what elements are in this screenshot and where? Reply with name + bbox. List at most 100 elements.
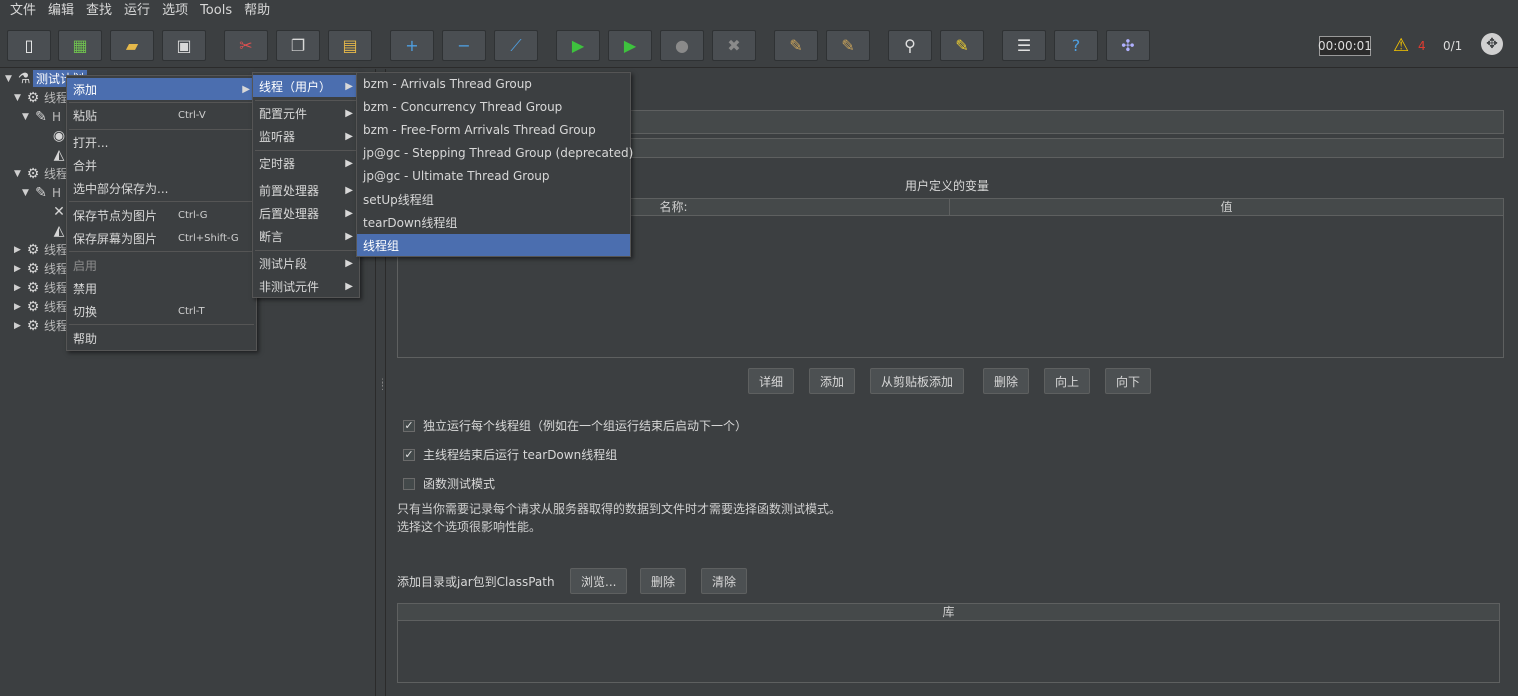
tree-node[interactable]: ▼ ✎ H [22,107,61,126]
submenu-item-post-processor[interactable]: 后置处理器 ▶ [253,202,359,224]
menu-item-enable[interactable]: 启用 [67,254,256,276]
warning-icon[interactable]: ⚠ [1393,35,1409,56]
warning-count[interactable]: 4 [1418,39,1426,53]
expanded-arrow-icon[interactable]: ▼ [5,74,15,84]
remote-button[interactable]: ✣ [1106,30,1150,61]
tree-node[interactable]: ▶ ⚙ 线程 [14,259,68,278]
expand-button[interactable]: + [390,30,434,61]
checkbox-box[interactable] [403,477,415,490]
menu-run[interactable]: 运行 [118,0,156,22]
add-from-clipboard-button[interactable]: 从剪贴板添加 [870,368,965,394]
column-library[interactable]: 库 [398,604,1499,621]
function-helper-button[interactable]: ☰ [1002,30,1046,61]
menu-tools[interactable]: Tools [194,0,238,22]
collapse-button[interactable]: − [442,30,486,61]
stop-button[interactable]: ● [660,30,704,61]
reset-search-button[interactable]: ✎ [940,30,984,61]
thread-item-ultimate[interactable]: jp@gc - Ultimate Thread Group [357,165,630,187]
functional-mode-checkbox[interactable]: 函数测试模式 [403,475,495,492]
copy-icon: ❐ [290,35,306,55]
splitter-grip-icon[interactable]: ⋮ ⋮ [378,379,387,392]
tree-node[interactable]: ▼ ✎ H [22,183,61,202]
column-value[interactable]: 值 [950,199,1503,216]
delete-button[interactable]: 删除 [983,368,1030,394]
down-button[interactable]: 向下 [1105,368,1152,394]
menu-item-save-node-image[interactable]: 保存节点为图片 Ctrl-G [67,204,256,226]
menu-edit[interactable]: 编辑 [42,0,80,22]
clear-all-button[interactable]: ✎ [826,30,870,61]
submenu-item-threads[interactable]: 线程（用户） ▶ [253,75,359,97]
thread-item-stepping[interactable]: jp@gc - Stepping Thread Group (deprecate… [357,142,633,164]
thread-item-teardown[interactable]: tearDown线程组 [357,211,630,233]
start-no-pause-button[interactable]: ▶ [608,30,652,61]
checkbox-box[interactable]: ✓ [403,419,415,432]
collapsed-arrow-icon[interactable]: ▶ [14,283,24,293]
collapsed-arrow-icon[interactable]: ▶ [14,302,24,312]
checkbox-box[interactable]: ✓ [403,448,415,461]
classpath-delete-button[interactable]: 删除 [640,568,687,594]
tree-node[interactable]: ▼ ⚙ 线程 [14,88,68,107]
thread-item-arrivals[interactable]: bzm - Arrivals Thread Group [357,73,630,95]
submenu-item-pre-processor[interactable]: 前置处理器 ▶ [253,179,359,201]
submenu-item-assertion[interactable]: 断言 ▶ [253,225,359,247]
teardown-on-shutdown-checkbox[interactable]: ✓ 主线程结束后运行 tearDown线程组 [403,446,617,463]
add-button[interactable]: 添加 [809,368,856,394]
templates-button[interactable]: ▦ [58,30,102,61]
help-button[interactable]: ? [1054,30,1098,61]
collapsed-arrow-icon[interactable]: ▶ [14,321,24,331]
detail-button[interactable]: 详细 [748,368,795,394]
copy-button[interactable]: ❐ [276,30,320,61]
submenu-arrow-icon: ▶ [345,207,353,219]
thread-item-concurrency[interactable]: bzm - Concurrency Thread Group [357,96,630,118]
clear-button[interactable]: ✎ [774,30,818,61]
classpath-clear-button[interactable]: 清除 [701,568,748,594]
paste-button[interactable]: ▤ [328,30,372,61]
tree-node[interactable]: ▶ ⚙ 线程 [14,297,68,316]
menu-item-open[interactable]: 打开... [67,131,256,153]
start-button[interactable]: ▶ [556,30,600,61]
menu-item-add[interactable]: 添加 ▶ [67,78,256,100]
menu-item-save-screen-image[interactable]: 保存屏幕为图片 Ctrl+Shift-G [67,227,256,249]
menu-search[interactable]: 查找 [80,0,118,22]
library-table[interactable]: 库 [397,603,1500,683]
browse-button[interactable]: 浏览... [570,568,628,594]
save-button[interactable]: ▣ [162,30,206,61]
submenu-item-test-fragment[interactable]: 测试片段 ▶ [253,252,359,274]
submenu-item-timer[interactable]: 定时器 ▶ [253,152,359,174]
menu-item-disable[interactable]: 禁用 [67,277,256,299]
menu-options[interactable]: 选项 [156,0,194,22]
expanded-arrow-icon[interactable]: ▼ [14,169,24,179]
menu-item-merge[interactable]: 合并 [67,154,256,176]
serialize-threadgroups-checkbox[interactable]: ✓ 独立运行每个线程组（例如在一个组运行结束后启动下一个） [403,417,747,434]
shutdown-button[interactable]: ✖ [712,30,756,61]
submenu-item-config-element[interactable]: 配置元件 ▶ [253,102,359,124]
menu-item-toggle[interactable]: 切换 Ctrl-T [67,300,256,322]
submenu-item-listener[interactable]: 监听器 ▶ [253,125,359,147]
tree-node[interactable]: ▶ ⚙ 线程 [14,240,68,259]
search-button[interactable]: ⚲ [888,30,932,61]
submenu-item-non-test-elements[interactable]: 非测试元件 ▶ [253,275,359,297]
expanded-arrow-icon[interactable]: ▼ [22,112,32,122]
thread-item-thread-group[interactable]: 线程组 [357,234,630,256]
collapsed-arrow-icon[interactable]: ▶ [14,264,24,274]
up-button[interactable]: 向上 [1044,368,1091,394]
tree-node[interactable]: ▶ ⚙ 线程 [14,316,68,335]
thread-item-free-form-arrivals[interactable]: bzm - Free-Form Arrivals Thread Group [357,119,630,141]
save-icon: ▣ [176,35,192,55]
tree-node[interactable]: ▼ ⚙ 线程 [14,164,68,183]
expanded-arrow-icon[interactable]: ▼ [22,188,32,198]
remote-status-icon[interactable]: ✥ [1481,33,1503,55]
cut-button[interactable]: ✂ [224,30,268,61]
open-button[interactable]: ▰ [110,30,154,61]
menu-item-save-selection[interactable]: 选中部分保存为... [67,177,256,199]
expanded-arrow-icon[interactable]: ▼ [14,93,24,103]
collapsed-arrow-icon[interactable]: ▶ [14,245,24,255]
menu-file[interactable]: 文件 [4,0,42,22]
toggle-button[interactable]: ⟋ [494,30,538,61]
menu-help[interactable]: 帮助 [238,0,276,22]
new-button[interactable]: ▯ [7,30,51,61]
menu-item-help[interactable]: 帮助 [67,327,256,349]
tree-node[interactable]: ▶ ⚙ 线程 [14,278,68,297]
thread-item-setup[interactable]: setUp线程组 [357,188,630,210]
menu-item-paste[interactable]: 粘贴 Ctrl-V [67,104,256,126]
